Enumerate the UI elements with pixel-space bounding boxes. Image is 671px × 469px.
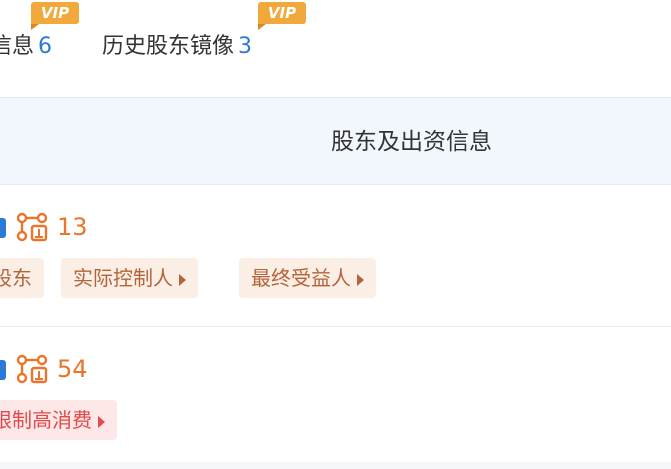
tag-label: 股东 <box>0 266 32 290</box>
tag-label: 最终受益人 <box>251 266 351 290</box>
vip-badge: VIP <box>258 2 306 30</box>
equity-graph-icon[interactable] <box>16 212 50 242</box>
person-icon <box>0 218 6 238</box>
caret-right-icon <box>98 415 105 428</box>
tag-label: 实际控制人 <box>73 266 173 290</box>
relation-count: 54 <box>57 355 88 383</box>
relation-count: 13 <box>57 213 88 241</box>
tag-consumption-restriction[interactable]: 限制高消费 <box>0 400 117 440</box>
tab-shareholder-info[interactable]: 信息 6 <box>0 32 52 62</box>
tag-ultimate-beneficiary[interactable]: 最终受益人 <box>239 258 376 298</box>
tag-actual-controller[interactable]: 实际控制人 <box>61 258 198 298</box>
caret-right-icon <box>357 273 364 286</box>
row-divider <box>0 326 671 327</box>
vip-badge: VIP <box>31 2 79 30</box>
tab-count: 3 <box>238 34 253 59</box>
caret-right-icon <box>179 273 186 286</box>
person-icon <box>0 360 6 380</box>
tab-count: 6 <box>38 34 53 59</box>
tag-label: 限制高消费 <box>0 408 92 432</box>
section-title: 股东及出资信息 <box>331 129 492 155</box>
tag-shareholder[interactable]: 股东 <box>0 258 44 298</box>
tab-label: 历史股东镜像 <box>102 34 235 59</box>
tab-historical-shareholders[interactable]: 历史股东镜像 3 <box>102 32 252 62</box>
equity-graph-icon[interactable] <box>16 354 50 384</box>
tab-label: 信息 <box>0 34 35 59</box>
row-divider <box>0 462 671 469</box>
